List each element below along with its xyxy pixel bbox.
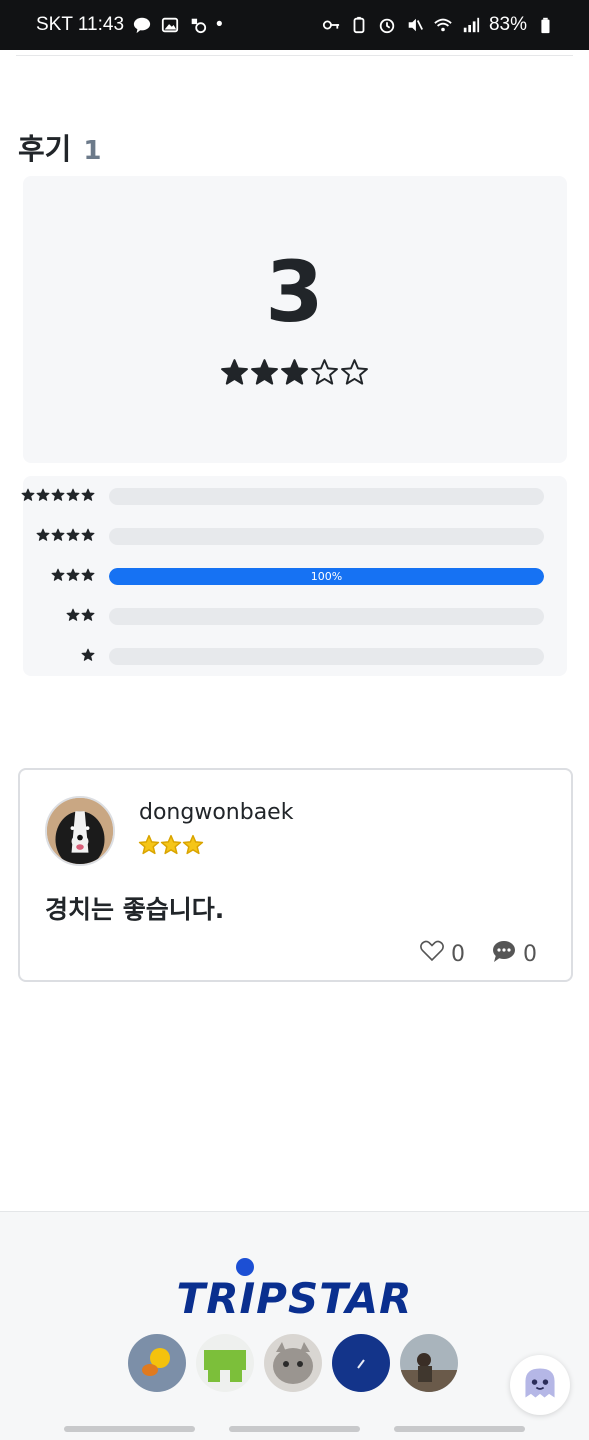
rating-bar [109, 608, 544, 625]
divider [16, 55, 573, 56]
average-rating-stars [0, 358, 589, 387]
rating-row-stars [81, 648, 95, 662]
rating-row-4 [23, 526, 567, 546]
comment-count: 0 [523, 941, 537, 967]
carrier-time: SKT 11:43 [36, 14, 125, 35]
username[interactable]: dongwonbaek [139, 800, 293, 825]
star-filled-icon [51, 528, 65, 541]
star-filled-icon [221, 359, 248, 385]
star-filled-icon [81, 648, 95, 661]
heart-icon [419, 938, 445, 970]
rating-row-stars [21, 488, 95, 502]
star-filled-icon [251, 359, 278, 385]
rating-row-stars [36, 528, 95, 542]
avatar[interactable] [45, 796, 115, 866]
star-filled-icon [81, 568, 95, 581]
comment-button[interactable]: 0 [491, 938, 537, 970]
friend-avatar[interactable] [196, 1334, 254, 1392]
key-icon [321, 15, 341, 35]
rating-row-5 [21, 486, 567, 506]
rating-bar [109, 648, 544, 665]
system-nav [64, 1426, 525, 1432]
battery-percent: 83% [488, 14, 527, 35]
star-filled-icon [81, 488, 95, 501]
friend-avatars [128, 1334, 458, 1392]
star-filled-icon [66, 488, 80, 501]
alarm-icon [377, 15, 397, 35]
average-rating: 3 [265, 243, 324, 341]
kakaotalk-icon [132, 15, 152, 35]
star-filled-icon [66, 568, 80, 581]
star-filled-icon [36, 488, 50, 501]
status-bar: SKT 11:43 • 83% [0, 0, 589, 50]
rating-bar-fill: 100% [109, 568, 544, 585]
call-notification-icon [188, 15, 208, 35]
star-filled-icon [160, 834, 182, 855]
star-filled-icon [81, 608, 95, 621]
nav-recent-bar[interactable] [64, 1426, 195, 1432]
recycle-battery-icon [349, 15, 369, 35]
like-button[interactable]: 0 [419, 938, 465, 970]
friend-avatar[interactable] [332, 1334, 390, 1392]
star-filled-icon [281, 359, 308, 385]
rating-distribution: 100% [21, 476, 567, 676]
user-rating-stars [138, 834, 204, 856]
star-filled-icon [81, 528, 95, 541]
gallery-icon [160, 15, 180, 35]
star-filled-icon [21, 488, 35, 501]
logo-text: TRIPSTAR [176, 1274, 413, 1323]
review-card[interactable]: dongwonbaek 경치는 좋습니다. 0 0 [18, 768, 573, 982]
rating-row-stars [51, 568, 95, 582]
friend-avatar[interactable] [128, 1334, 186, 1392]
rating-row-2 [23, 606, 567, 626]
rating-row-3: 100% [23, 566, 567, 586]
friend-avatar[interactable] [264, 1334, 322, 1392]
comment-icon [491, 938, 517, 970]
rating-row-stars [66, 608, 95, 622]
signal-icon [461, 15, 481, 35]
rating-bar: 100% [109, 568, 544, 585]
star-filled-icon [66, 608, 80, 621]
nav-back-bar[interactable] [394, 1426, 525, 1432]
star-empty-icon [311, 359, 338, 385]
rating-row-1 [23, 646, 567, 666]
rating-bar [109, 528, 544, 545]
chatbot-button[interactable] [510, 1355, 570, 1415]
star-filled-icon [182, 834, 204, 855]
rating-bar [109, 488, 544, 505]
star-filled-icon [51, 568, 65, 581]
friend-avatar[interactable] [400, 1334, 458, 1392]
star-filled-icon [138, 834, 160, 855]
review-title: 후기 [18, 132, 72, 166]
ghost-icon [520, 1363, 560, 1407]
review-count: 1 [83, 136, 102, 166]
like-count: 0 [451, 941, 465, 967]
review-text: 경치는 좋습니다. [45, 895, 225, 924]
star-filled-icon [66, 528, 80, 541]
footer [0, 1211, 589, 1440]
review-header: 후기 1 [18, 126, 101, 168]
tripstar-logo[interactable]: TRIPSTAR [0, 1258, 589, 1324]
mute-icon [405, 15, 425, 35]
star-filled-icon [36, 528, 50, 541]
review-actions: 0 0 [419, 938, 537, 970]
status-dot: • [216, 14, 223, 35]
star-filled-icon [51, 488, 65, 501]
battery-icon [535, 15, 555, 35]
wifi-icon [433, 15, 453, 35]
star-empty-icon [341, 359, 368, 385]
nav-home-bar[interactable] [229, 1426, 360, 1432]
